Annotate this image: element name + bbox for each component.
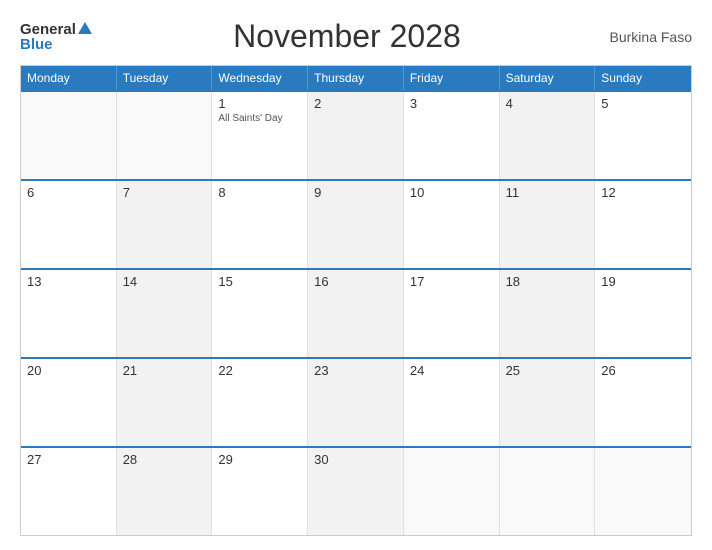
calendar-cell: 11 bbox=[500, 181, 596, 268]
day-number: 2 bbox=[314, 96, 397, 111]
day-number: 19 bbox=[601, 274, 685, 289]
calendar-cell: 12 bbox=[595, 181, 691, 268]
day-number: 30 bbox=[314, 452, 397, 467]
day-number: 13 bbox=[27, 274, 110, 289]
calendar-cell: 13 bbox=[21, 270, 117, 357]
holiday-label: All Saints' Day bbox=[218, 113, 301, 125]
day-number: 17 bbox=[410, 274, 493, 289]
day-number: 12 bbox=[601, 185, 685, 200]
calendar-week: 20 21 22 23 24 25 26 bbox=[21, 357, 691, 446]
calendar-body: 1All Saints' Day234567891011121314151617… bbox=[21, 90, 691, 535]
calendar-cell: 19 bbox=[595, 270, 691, 357]
calendar-cell: 28 bbox=[117, 448, 213, 535]
day-number: 24 bbox=[410, 363, 493, 378]
day-number: 18 bbox=[506, 274, 589, 289]
header: General Blue November 2028 Burkina Faso bbox=[20, 18, 692, 55]
calendar-week: 6789 10 11 12 bbox=[21, 179, 691, 268]
calendar: MondayTuesdayWednesdayThursdayFridaySatu… bbox=[20, 65, 692, 536]
calendar-cell: 27 bbox=[21, 448, 117, 535]
day-number: 29 bbox=[218, 452, 301, 467]
calendar-cell: 6 bbox=[21, 181, 117, 268]
calendar-week: 1 All Saints' Day 2345 bbox=[21, 90, 691, 179]
day-number: 28 bbox=[123, 452, 206, 467]
calendar-header-day: Thursday bbox=[308, 66, 404, 90]
calendar-header-day: Friday bbox=[404, 66, 500, 90]
calendar-cell: 18 bbox=[500, 270, 596, 357]
calendar-cell: 20 bbox=[21, 359, 117, 446]
calendar-header-day: Wednesday bbox=[212, 66, 308, 90]
calendar-cell: 8 bbox=[212, 181, 308, 268]
calendar-cell: 2 bbox=[308, 92, 404, 179]
calendar-cell: 25 bbox=[500, 359, 596, 446]
calendar-cell: 17 bbox=[404, 270, 500, 357]
calendar-cell: 5 bbox=[595, 92, 691, 179]
logo: General Blue bbox=[20, 22, 92, 52]
calendar-cell: 1 All Saints' Day bbox=[212, 92, 308, 179]
day-number: 23 bbox=[314, 363, 397, 378]
calendar-header-day: Saturday bbox=[500, 66, 596, 90]
calendar-cell: 7 bbox=[117, 181, 213, 268]
calendar-cell bbox=[21, 92, 117, 179]
page-title: November 2028 bbox=[92, 18, 602, 55]
calendar-week: 27 28 29 30 bbox=[21, 446, 691, 535]
calendar-header-day: Tuesday bbox=[117, 66, 213, 90]
calendar-cell bbox=[117, 92, 213, 179]
calendar-week: 13 14 15 16 17 18 19 bbox=[21, 268, 691, 357]
day-number: 14 bbox=[123, 274, 206, 289]
day-number: 5 bbox=[601, 96, 685, 111]
day-number: 7 bbox=[123, 185, 206, 200]
day-number: 26 bbox=[601, 363, 685, 378]
calendar-cell: 15 bbox=[212, 270, 308, 357]
day-number: 21 bbox=[123, 363, 206, 378]
day-number: 22 bbox=[218, 363, 301, 378]
day-number: 20 bbox=[27, 363, 110, 378]
logo-triangle-icon bbox=[78, 22, 92, 34]
day-number: 9 bbox=[314, 185, 397, 200]
logo-blue-text: Blue bbox=[20, 37, 92, 52]
calendar-cell: 24 bbox=[404, 359, 500, 446]
country-label: Burkina Faso bbox=[602, 29, 692, 45]
day-number: 15 bbox=[218, 274, 301, 289]
calendar-header-day: Sunday bbox=[595, 66, 691, 90]
calendar-cell bbox=[404, 448, 500, 535]
day-number: 6 bbox=[27, 185, 110, 200]
day-number: 3 bbox=[410, 96, 493, 111]
calendar-cell: 21 bbox=[117, 359, 213, 446]
day-number: 8 bbox=[218, 185, 301, 200]
logo-general-text: General bbox=[20, 22, 76, 37]
calendar-cell: 4 bbox=[500, 92, 596, 179]
day-number: 16 bbox=[314, 274, 397, 289]
day-number: 25 bbox=[506, 363, 589, 378]
day-number: 1 bbox=[218, 96, 301, 111]
day-number: 11 bbox=[506, 185, 589, 200]
calendar-cell: 30 bbox=[308, 448, 404, 535]
page: General Blue November 2028 Burkina Faso … bbox=[0, 0, 712, 550]
calendar-cell bbox=[500, 448, 596, 535]
calendar-cell: 26 bbox=[595, 359, 691, 446]
calendar-cell: 3 bbox=[404, 92, 500, 179]
day-number: 4 bbox=[506, 96, 589, 111]
day-number: 10 bbox=[410, 185, 493, 200]
calendar-header-day: Monday bbox=[21, 66, 117, 90]
calendar-cell: 14 bbox=[117, 270, 213, 357]
calendar-header: MondayTuesdayWednesdayThursdayFridaySatu… bbox=[21, 66, 691, 90]
calendar-cell: 9 bbox=[308, 181, 404, 268]
calendar-cell bbox=[595, 448, 691, 535]
calendar-cell: 22 bbox=[212, 359, 308, 446]
day-number: 27 bbox=[27, 452, 110, 467]
calendar-cell: 10 bbox=[404, 181, 500, 268]
calendar-cell: 16 bbox=[308, 270, 404, 357]
calendar-cell: 29 bbox=[212, 448, 308, 535]
calendar-cell: 23 bbox=[308, 359, 404, 446]
